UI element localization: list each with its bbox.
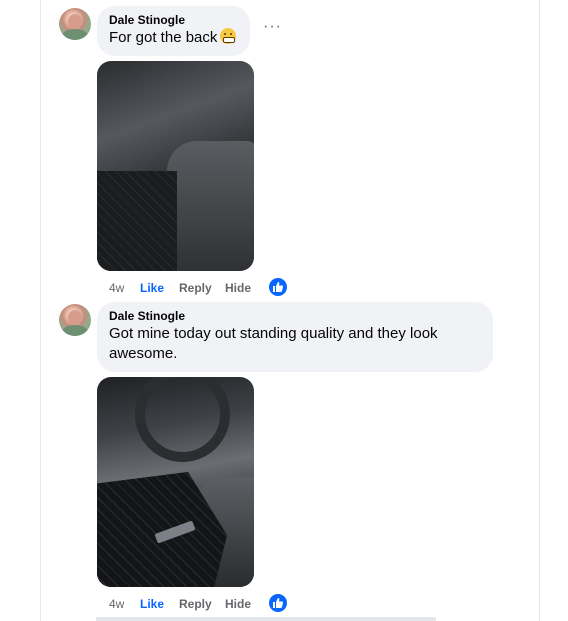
reply-button[interactable]: Reply [179,596,212,612]
comment-bubble: Dale Stinogle Got mine today out standin… [97,302,493,372]
avatar-shirt [62,325,88,336]
avatar-face [68,310,82,326]
like-reaction-icon[interactable] [268,593,288,613]
comment-text: For got the back [109,28,238,48]
like-reaction-icon[interactable] [268,277,288,297]
more-options-button[interactable]: ··· [263,18,282,36]
thumbs-up-icon [273,598,284,608]
comment-photo[interactable] [97,61,254,271]
comment-text-line-2: awesome. [109,345,178,362]
comment-text-line-1: Got mine today out standing quality and … [109,325,438,342]
comment-author[interactable]: Dale Stinogle [109,12,238,28]
avatar[interactable] [59,304,91,336]
photo-seat [167,141,254,271]
next-comment-edge [96,617,436,621]
reply-button[interactable]: Reply [179,280,212,296]
like-button[interactable]: Like [140,280,164,296]
hide-button[interactable]: Hide [225,280,251,296]
avatar-face [68,14,82,30]
comment-text-content: For got the back [109,29,218,46]
comment-age[interactable]: 4w [109,280,124,296]
photo-floor-mat [97,171,177,271]
grinning-face-emoji-icon [220,28,237,44]
like-button[interactable]: Like [140,596,164,612]
comments-panel: Dale Stinogle For got the back ··· 4w Li… [40,0,540,621]
comment-bubble: Dale Stinogle For got the back [97,6,250,56]
avatar-shirt [62,29,88,40]
comment-author[interactable]: Dale Stinogle [109,308,481,324]
photo-steering-wheel [135,377,230,462]
avatar[interactable] [59,8,91,40]
hide-button[interactable]: Hide [225,596,251,612]
thumbs-up-icon [273,282,284,292]
comment-age[interactable]: 4w [109,596,124,612]
comment-photo[interactable] [97,377,254,587]
